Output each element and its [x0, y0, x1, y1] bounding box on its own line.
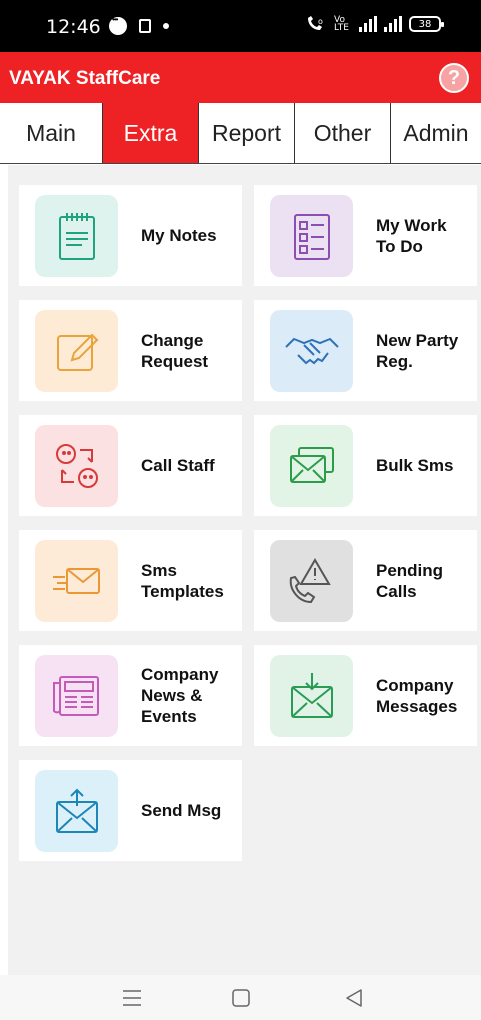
- company-news-events-card[interactable]: Company News & Events: [19, 645, 242, 746]
- bulk-sms-card[interactable]: Bulk Sms: [254, 415, 477, 516]
- tab-report[interactable]: Report: [199, 103, 295, 163]
- menu-grid: My Notes My Work To Do Change Request Ne…: [8, 165, 481, 975]
- pending-call-icon: [270, 540, 353, 622]
- volte-label: Vo LTE: [334, 15, 349, 33]
- more-notifications-icon: [163, 23, 169, 29]
- sms-templates-label: Sms Templates: [141, 560, 224, 601]
- my-notes-card[interactable]: My Notes: [19, 185, 242, 286]
- system-status-icons: o Vo LTE 38: [305, 15, 444, 33]
- company-message-icon: [270, 655, 353, 737]
- send-msg-card[interactable]: Send Msg: [19, 760, 242, 861]
- sim-notification-icon: [139, 19, 151, 33]
- my-work-to-do-label: My Work To Do: [376, 215, 447, 256]
- company-messages-label: Company Messages: [376, 675, 458, 716]
- call-staff-card[interactable]: Call Staff: [19, 415, 242, 516]
- pending-calls-label: Pending Calls: [376, 560, 444, 601]
- back-triangle-icon: [346, 989, 362, 1007]
- company-messages-card[interactable]: Company Messages: [254, 645, 477, 746]
- recent-apps-button[interactable]: [112, 981, 152, 1015]
- change-request-label: Change Request: [141, 330, 209, 371]
- signal-1-icon: [359, 16, 377, 32]
- app-bar: VAYAK StaffCare ?: [0, 52, 481, 103]
- tab-extra[interactable]: Extra: [103, 103, 199, 163]
- bulk-sms-label: Bulk Sms: [376, 456, 454, 475]
- tab-bar: Main Extra Report Other Admin: [0, 103, 481, 164]
- status-bar: 12:46 o Vo LTE 38: [0, 0, 481, 52]
- company-news-events-label: Company News & Events: [141, 665, 219, 726]
- battery-level: 38: [418, 18, 432, 30]
- wifi-calling-icon: o: [308, 16, 323, 30]
- battery-icon: 38: [409, 16, 444, 32]
- my-work-to-do-card[interactable]: My Work To Do: [254, 185, 477, 286]
- news-icon: [35, 655, 118, 737]
- my-notes-label: My Notes: [141, 226, 217, 245]
- help-button[interactable]: ?: [439, 63, 469, 93]
- svg-text:o: o: [318, 17, 323, 26]
- send-msg-icon: [35, 770, 118, 852]
- sms-template-icon: [35, 540, 118, 622]
- signal-2-icon: [384, 16, 402, 32]
- home-button[interactable]: [221, 981, 261, 1015]
- pending-calls-card[interactable]: Pending Calls: [254, 530, 477, 631]
- send-msg-label: Send Msg: [141, 801, 222, 820]
- call-staff-icon: [35, 425, 118, 507]
- status-time: 12:46: [46, 16, 101, 38]
- notification-icons: [109, 15, 169, 35]
- checklist-icon: [270, 195, 353, 277]
- tab-main[interactable]: Main: [0, 103, 103, 163]
- tab-other[interactable]: Other: [295, 103, 391, 163]
- sms-templates-card[interactable]: Sms Templates: [19, 530, 242, 631]
- new-party-reg-label: New Party Reg.: [376, 330, 459, 371]
- change-request-card[interactable]: Change Request: [19, 300, 242, 401]
- chat-notification-icon: [109, 15, 127, 35]
- notepad-icon: [35, 195, 118, 277]
- edit-icon: [35, 310, 118, 392]
- handshake-icon: [270, 310, 353, 392]
- back-button[interactable]: [334, 981, 374, 1015]
- new-party-reg-card[interactable]: New Party Reg.: [254, 300, 477, 401]
- menu-icon: [123, 990, 141, 1006]
- call-staff-label: Call Staff: [141, 456, 215, 475]
- system-nav-bar: [0, 975, 481, 1020]
- square-icon: [232, 989, 250, 1007]
- tab-admin[interactable]: Admin: [391, 103, 481, 163]
- app-title: VAYAK StaffCare: [9, 68, 161, 89]
- bulk-sms-icon: [270, 425, 353, 507]
